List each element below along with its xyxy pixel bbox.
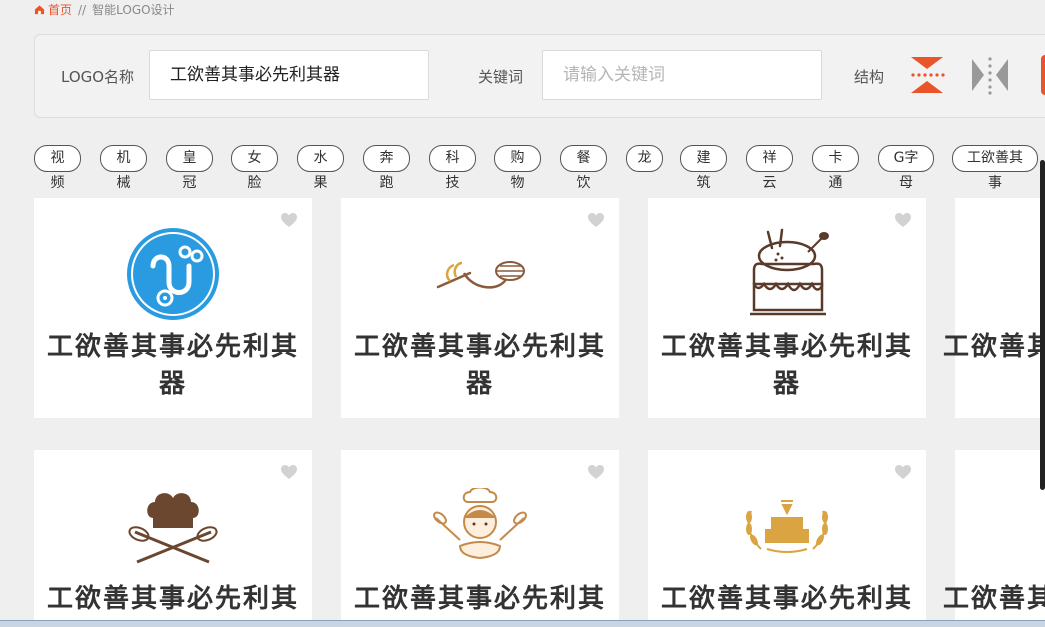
tag-filter[interactable]: 建筑 bbox=[680, 145, 727, 194]
tag-filter-list: 视频机械皇冠女脸水果奔跑科技购物餐饮龙建筑祥云卡通 G字母工欲善其事 bbox=[34, 145, 1045, 195]
tag-pill-label: 视 bbox=[34, 145, 81, 172]
tag-pill-label: 龙 bbox=[626, 145, 663, 172]
tag-wrap-label: 云 bbox=[762, 175, 777, 191]
logo-name-label: LOGO名称 bbox=[61, 68, 135, 86]
tag-wrap-label: 果 bbox=[313, 175, 328, 191]
tag-filter[interactable]: 机械 bbox=[100, 145, 147, 194]
tag-pill-label: 机 bbox=[100, 145, 147, 172]
logo-card[interactable]: 工欲善其事必先利其器 bbox=[34, 198, 312, 418]
tag-pill-label: 建 bbox=[680, 145, 727, 172]
top-bottom-layout-icon[interactable] bbox=[907, 55, 947, 95]
favorite-heart-icon[interactable] bbox=[280, 464, 298, 480]
home-icon bbox=[34, 5, 45, 15]
cake-wreath-icon bbox=[737, 476, 837, 576]
logo-card[interactable]: 工欲善其事必先利其器 bbox=[34, 450, 312, 627]
tag-wrap-label: 冠 bbox=[182, 175, 197, 191]
tag-filter[interactable]: 科技 bbox=[429, 145, 476, 194]
tag-pill-label: 工欲善其 bbox=[952, 145, 1038, 172]
tag-filter[interactable]: 卡通 bbox=[812, 145, 859, 194]
os-taskbar bbox=[0, 620, 1045, 627]
tag-wrap-label: 筑 bbox=[696, 175, 711, 191]
tag-wrap-label: 械 bbox=[116, 175, 131, 191]
layout-option-icon[interactable] bbox=[1041, 55, 1045, 95]
logo-card[interactable]: 工欲善其 bbox=[943, 450, 1045, 627]
keyword-input[interactable]: 请输入关键词 bbox=[542, 50, 822, 100]
stethoscope-icon bbox=[123, 224, 223, 324]
favorite-heart-icon[interactable] bbox=[587, 212, 605, 228]
tag-wrap-label: 跑 bbox=[379, 175, 394, 191]
logo-card-title: 工欲善其事必先利其器 bbox=[353, 332, 606, 399]
tag-wrap-label: 母 bbox=[899, 175, 913, 191]
tag-pill-label: 卡 bbox=[812, 145, 859, 172]
logo-card-title: 工欲善其 bbox=[942, 584, 1045, 614]
keyword-label: 关键词 bbox=[478, 68, 524, 86]
bunny-cake-icon bbox=[737, 224, 837, 324]
wheat-whisk-icon bbox=[430, 224, 530, 324]
logo-card[interactable]: 工欲善其事必先利其器 bbox=[341, 450, 619, 627]
tag-filter[interactable]: 女脸 bbox=[231, 145, 278, 194]
tag-filter[interactable]: 奔跑 bbox=[363, 145, 410, 194]
favorite-heart-icon[interactable] bbox=[894, 212, 912, 228]
logo-search-panel: LOGO名称 工欲善其事必先利其器 关键词 请输入关键词 结构 bbox=[34, 34, 1045, 118]
tag-pill-label: G字 bbox=[878, 145, 934, 172]
tag-filter[interactable]: 龙 bbox=[626, 145, 663, 172]
tag-filter[interactable]: 皇冠 bbox=[166, 145, 213, 194]
tag-filter[interactable]: 购物 bbox=[494, 145, 541, 194]
tag-filter[interactable]: 工欲善其事 bbox=[952, 145, 1038, 194]
breadcrumb: 首页 // 智能LOGO设计 bbox=[34, 1, 175, 18]
tag-pill-label: 女 bbox=[231, 145, 278, 172]
logo-card[interactable]: 工欲善其 bbox=[943, 198, 1045, 418]
tag-filter[interactable]: 水果 bbox=[297, 145, 344, 194]
tag-wrap-label: 事 bbox=[988, 175, 1002, 191]
favorite-heart-icon[interactable] bbox=[894, 464, 912, 480]
chef-girl-icon bbox=[430, 476, 530, 576]
tag-pill-label: 祥 bbox=[746, 145, 793, 172]
tag-filter[interactable]: G字母 bbox=[878, 145, 934, 194]
logo-card[interactable]: 工欲善其事必先利其器 bbox=[648, 198, 926, 418]
page: 首页 // 智能LOGO设计 LOGO名称 工欲善其事必先利其器 关键词 请输入… bbox=[0, 0, 1045, 627]
tag-pill-label: 餐 bbox=[560, 145, 607, 172]
breadcrumb-home[interactable]: 首页 bbox=[34, 1, 72, 18]
tag-pill-label: 皇 bbox=[166, 145, 213, 172]
tag-wrap-label: 脸 bbox=[247, 175, 262, 191]
logo-card-title: 工欲善其事必先利其器 bbox=[46, 332, 299, 399]
structure-label: 结构 bbox=[854, 68, 885, 86]
tag-pill-label: 水 bbox=[297, 145, 344, 172]
favorite-heart-icon[interactable] bbox=[280, 212, 298, 228]
tag-pill-label: 奔 bbox=[363, 145, 410, 172]
breadcrumb-separator: // bbox=[78, 2, 87, 17]
logo-card-title: 工欲善其 bbox=[942, 332, 1045, 362]
chef-hat-whisks-icon bbox=[123, 476, 223, 576]
favorite-heart-icon[interactable] bbox=[587, 464, 605, 480]
left-right-layout-icon[interactable] bbox=[970, 55, 1010, 95]
tag-filter[interactable]: 视频 bbox=[34, 145, 81, 194]
logo-card[interactable]: 工欲善其事必先利其器 bbox=[341, 198, 619, 418]
tag-wrap-label: 物 bbox=[510, 175, 525, 191]
vertical-scrollbar[interactable] bbox=[1040, 160, 1045, 490]
tag-pill-label: 科 bbox=[429, 145, 476, 172]
tag-filter[interactable]: 祥云 bbox=[746, 145, 793, 194]
tag-wrap-label: 通 bbox=[828, 175, 843, 191]
tag-pill-label: 购 bbox=[494, 145, 541, 172]
breadcrumb-home-label: 首页 bbox=[48, 3, 73, 17]
breadcrumb-current: 智能LOGO设计 bbox=[92, 3, 175, 17]
tag-wrap-label: 频 bbox=[50, 175, 65, 191]
logo-name-input[interactable]: 工欲善其事必先利其器 bbox=[149, 50, 429, 100]
tag-filter[interactable]: 餐饮 bbox=[560, 145, 607, 194]
tag-wrap-label: 饮 bbox=[576, 175, 591, 191]
tag-wrap-label: 技 bbox=[445, 175, 460, 191]
